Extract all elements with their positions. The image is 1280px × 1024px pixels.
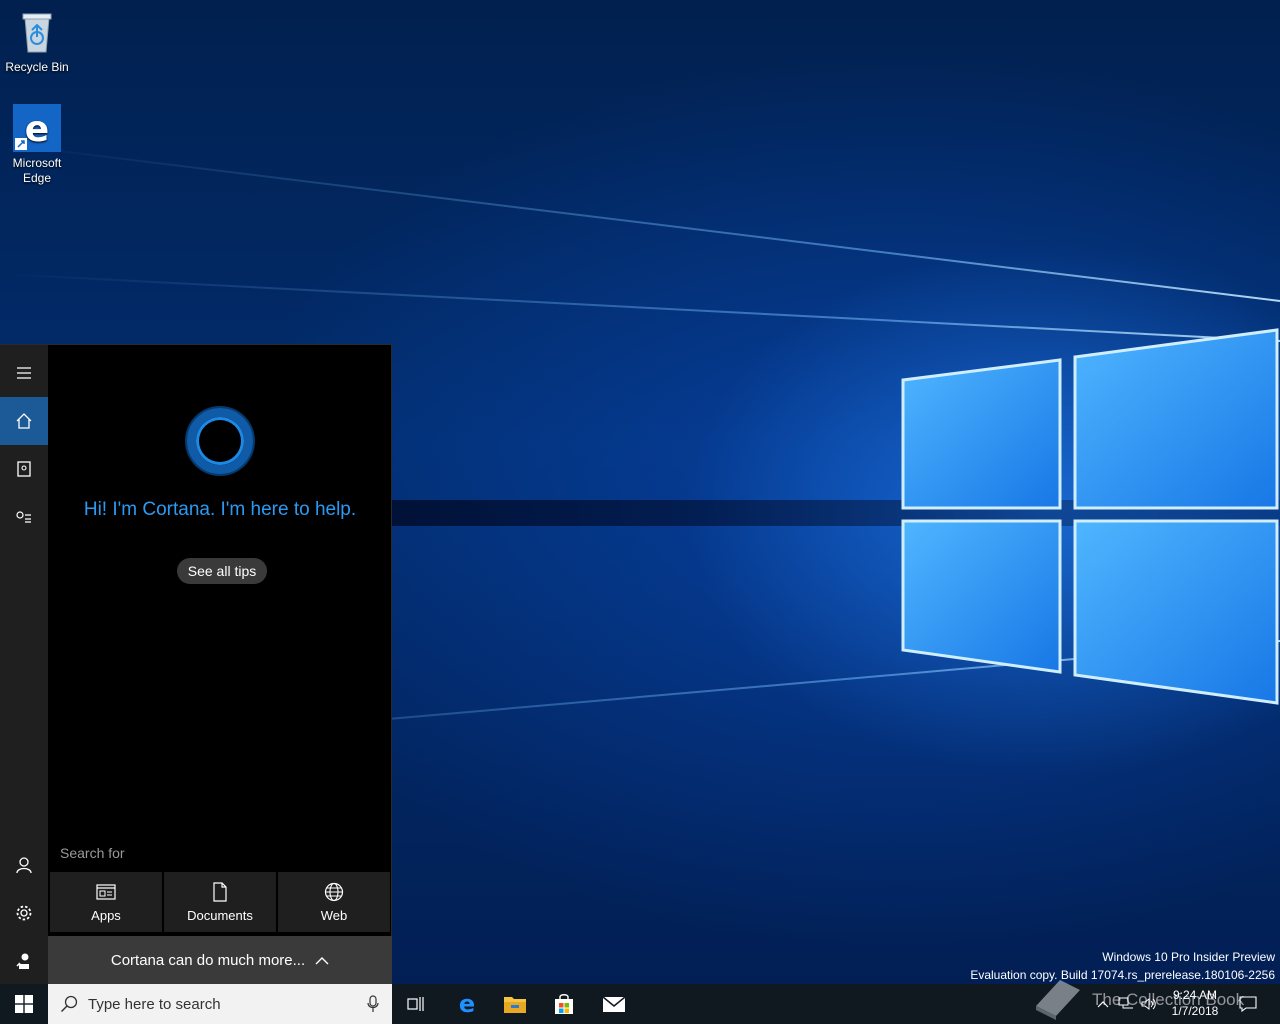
notebook-icon (17, 461, 31, 477)
feedback-icon (16, 953, 29, 969)
more-label: Cortana can do much more... (110, 952, 306, 969)
feedback-button[interactable] (0, 937, 48, 985)
task-view-button[interactable] (398, 984, 434, 1024)
start-button[interactable] (0, 984, 48, 1024)
lists-icon (16, 511, 31, 523)
filter-web-button[interactable]: Web (278, 872, 390, 932)
filter-label: Documents (187, 907, 253, 923)
notification-icon (1239, 996, 1257, 1012)
windows-logo-wallpaper (901, 328, 1279, 705)
desktop-icon-recycle-bin[interactable]: Recycle Bin (1, 8, 73, 75)
taskbar-mail-button[interactable] (596, 984, 632, 1024)
globe-icon (324, 882, 344, 901)
filter-apps-button[interactable]: Apps (50, 872, 162, 932)
desktop-icon-label: Edge (22, 171, 52, 185)
taskbar-edge-button[interactable]: e (449, 984, 485, 1024)
taskbar: e The Collection Book 9:24 AM 1/7/2018 (0, 980, 1280, 1024)
search-filter-row: Apps Documents Web (50, 872, 390, 932)
edge-icon: e (459, 992, 475, 1016)
edition-watermark: Windows 10 Pro Insider Preview (1102, 950, 1275, 964)
cortana-home: Hi! I'm Cortana. I'm here to help. See a… (48, 345, 392, 985)
build-watermark: Evaluation copy. Build 17074.rs_prerelea… (970, 968, 1275, 982)
cortana-ring-icon (187, 408, 253, 474)
svg-text:e: e (25, 109, 49, 150)
settings-button[interactable] (0, 889, 48, 937)
task-view-icon (407, 997, 424, 1011)
edge-icon: e (13, 104, 61, 152)
person-icon (16, 857, 32, 874)
light-beam (9, 144, 1280, 302)
desktop-icon-microsoft-edge[interactable]: e Microsoft Edge (1, 104, 73, 186)
see-all-tips-button[interactable]: See all tips (177, 558, 267, 584)
home-icon (16, 413, 32, 429)
lists-button[interactable] (0, 493, 48, 541)
hamburger-menu-button[interactable] (0, 349, 48, 397)
notebook-button[interactable] (0, 445, 48, 493)
cortana-panel: Hi! I'm Cortana. I'm here to help. See a… (0, 344, 392, 985)
clock-time: 9:24 AM (1172, 988, 1218, 1002)
microphone-icon[interactable] (366, 995, 380, 1013)
taskbar-store-button[interactable] (546, 984, 582, 1024)
cortana-nav-rail (0, 345, 48, 985)
desktop-icon-label: Microsoft (12, 156, 62, 170)
book-overlay-icon (1036, 980, 1080, 1020)
network-button[interactable] (1117, 984, 1135, 1024)
recycle-bin-icon (13, 8, 61, 56)
search-icon (60, 995, 78, 1013)
folder-icon (504, 997, 526, 1013)
desktop-icon-label: Recycle Bin (5, 60, 69, 74)
taskbar-clock[interactable]: 9:24 AM 1/7/2018 (1160, 987, 1230, 1019)
network-icon (1118, 997, 1133, 1009)
taskbar-file-explorer-button[interactable] (497, 984, 533, 1024)
clock-date: 1/7/2018 (1171, 1004, 1219, 1018)
taskbar-search-box[interactable] (48, 984, 392, 1024)
gear-icon (16, 905, 32, 921)
show-hidden-icons-button[interactable] (1094, 984, 1112, 1024)
apps-icon (96, 883, 116, 900)
action-center-button[interactable] (1234, 984, 1262, 1024)
filter-documents-button[interactable]: Documents (164, 872, 276, 932)
hamburger-icon (17, 367, 31, 379)
filter-label: Web (320, 907, 348, 923)
search-input[interactable] (88, 995, 358, 1013)
windows-start-icon (15, 995, 33, 1013)
store-icon (555, 994, 573, 1014)
document-icon (213, 881, 227, 902)
home-button[interactable] (0, 397, 48, 445)
cortana-more-button[interactable]: Cortana can do much more... (48, 936, 392, 985)
search-for-label: Search for (60, 845, 125, 861)
cortana-greeting: Hi! I'm Cortana. I'm here to help. (83, 499, 357, 520)
filter-label: Apps (91, 907, 121, 923)
speaker-icon (1141, 998, 1156, 1010)
chevron-up-icon (1097, 1001, 1109, 1008)
volume-button[interactable] (1140, 984, 1158, 1024)
account-button[interactable] (0, 841, 48, 889)
svg-text:e: e (459, 992, 475, 1016)
mail-icon (602, 996, 626, 1012)
chevron-up-icon (315, 956, 329, 964)
